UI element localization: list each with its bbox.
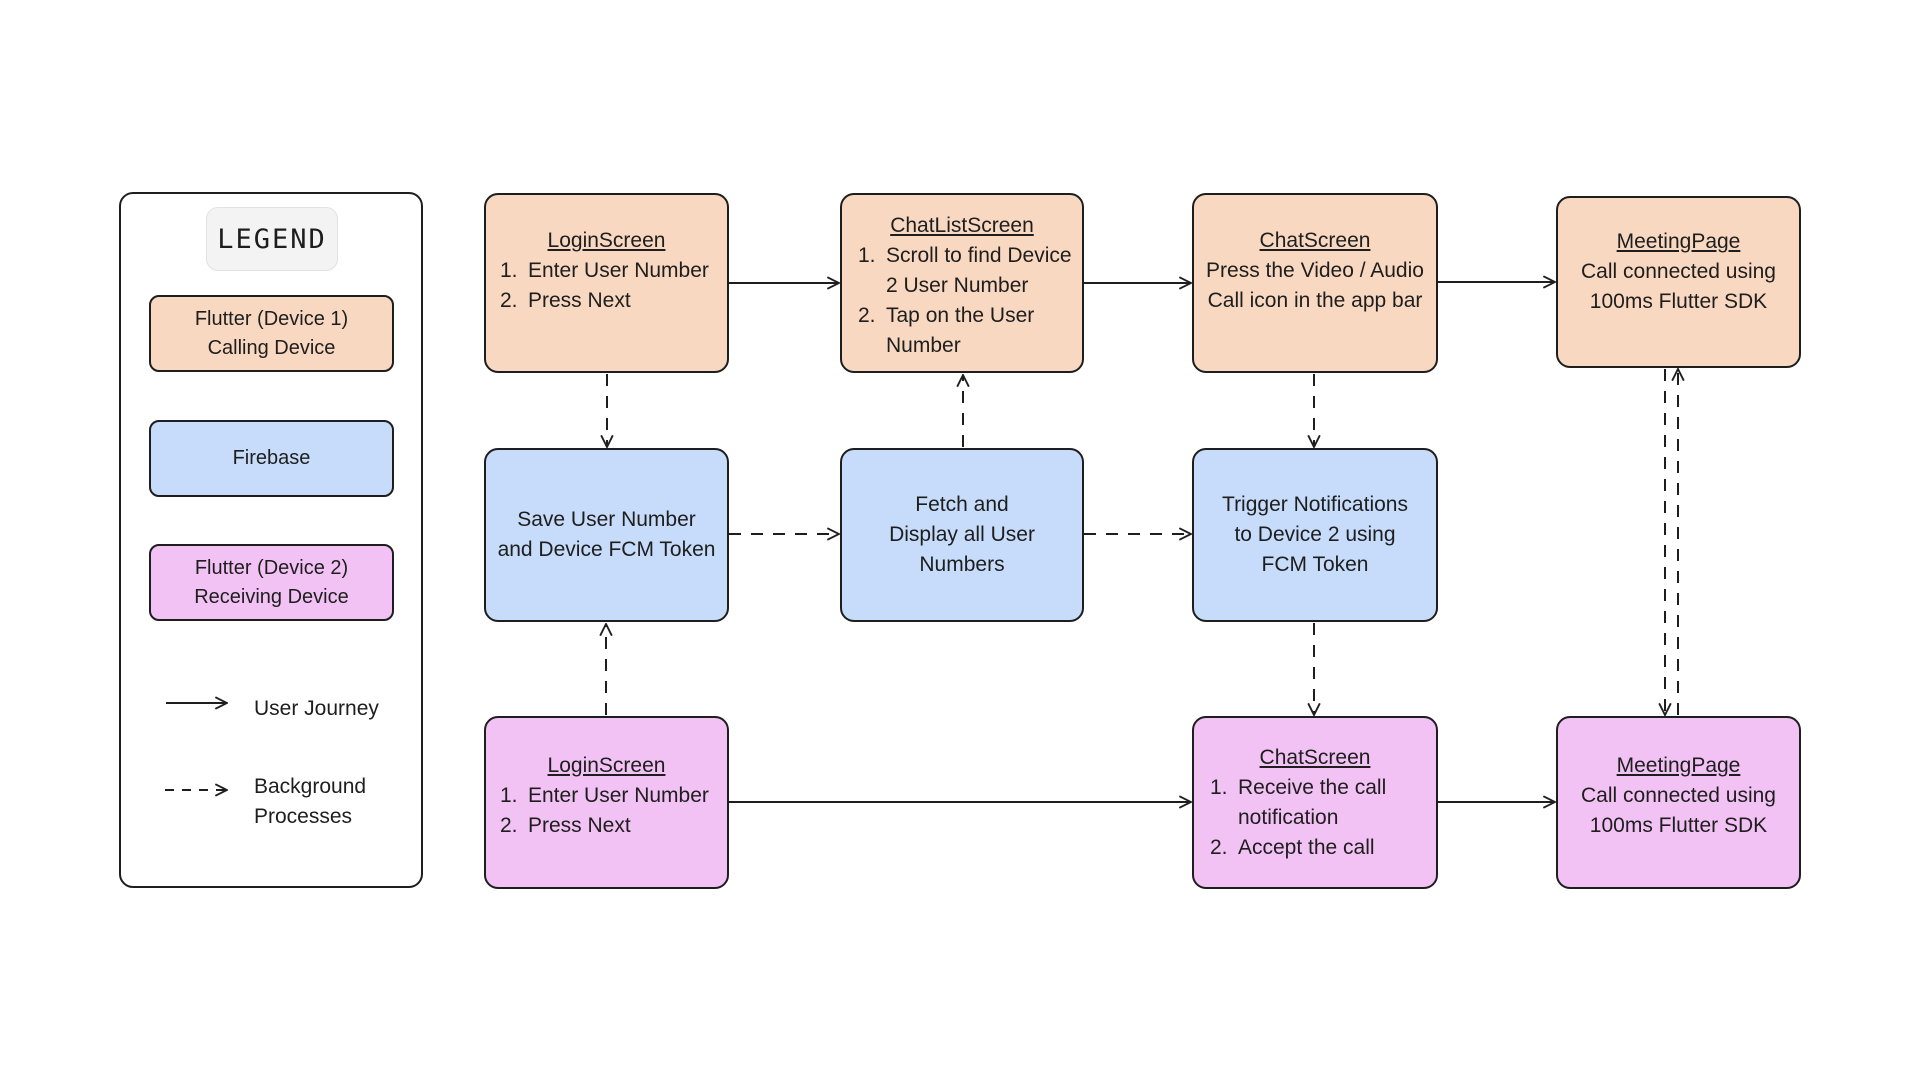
connector-layer	[165, 0, 1920, 1080]
